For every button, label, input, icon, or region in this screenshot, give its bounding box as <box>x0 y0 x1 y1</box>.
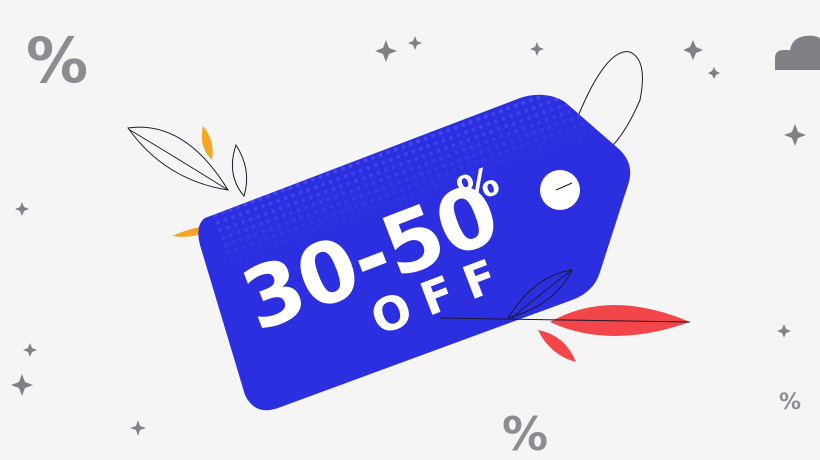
percent-mark-bottom-right: % <box>779 390 801 415</box>
sale-illustration: % % % 30-50 % OFF <box>11 24 820 460</box>
tag-hole <box>540 170 580 210</box>
cloud-icon <box>775 35 820 70</box>
percent-mark-bottom-center: % <box>502 407 548 460</box>
percent-mark-top-left: % <box>26 24 88 97</box>
